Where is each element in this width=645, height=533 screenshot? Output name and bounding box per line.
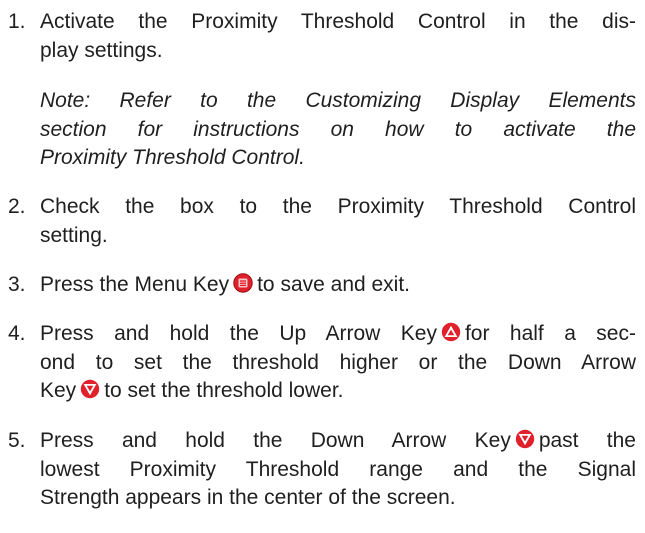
text-after-icon: to set the threshold lower.: [104, 379, 344, 402]
down-arrow-key-icon: [515, 429, 535, 449]
step-line: Press and hold the Up Arrow Key for half …: [40, 320, 636, 349]
down-arrow-key-icon: [80, 379, 100, 399]
step-line: Strength appears in the center of the sc…: [40, 486, 456, 509]
note-line: Note: Refer to the Customizing Display E…: [40, 89, 636, 112]
note-line: section for instructions on how to activ…: [40, 117, 636, 141]
step-number: 1.: [8, 10, 26, 33]
up-arrow-key-icon: [441, 322, 461, 342]
step-line: setting.: [40, 223, 108, 247]
step-line: lowest Proximity Threshold range and the…: [40, 457, 636, 481]
step-line: Key to set the threshold lower.: [40, 377, 636, 406]
text-after-icon: for half a sec-: [464, 322, 636, 345]
instruction-page: 1. Activate the Proximity Threshold Cont…: [0, 0, 645, 533]
step-line: play settings.: [40, 38, 163, 62]
step-number: 2.: [8, 195, 26, 218]
step-text: Activate the Proximity Threshold Control…: [40, 8, 636, 65]
step-note: Note: Refer to the Customizing Display E…: [40, 87, 636, 173]
step-text: Check the box to the Proximity Threshold…: [40, 193, 636, 250]
step-line: Check the box to the Proximity Threshold…: [40, 195, 636, 218]
step-text: Press the Menu Key to save and exit.: [40, 271, 636, 300]
step-text: Press and hold the Up Arrow Key for half …: [40, 320, 636, 406]
step-number: 3.: [8, 273, 26, 296]
text-before-icon: Press and hold the Up Arrow Key: [40, 322, 437, 345]
text-before-icon: Key: [40, 379, 77, 402]
step-number: 5.: [8, 429, 26, 452]
text-after-icon: to save and exit.: [257, 273, 411, 296]
step-line: Activate the Proximity Threshold Control…: [40, 10, 636, 33]
menu-key-icon: [233, 273, 253, 293]
text-after-icon: past the: [538, 429, 636, 452]
text-before-icon: Press the Menu Key: [40, 273, 230, 296]
step-number: 4.: [8, 322, 26, 345]
text-before-icon: Press and hold the Down Arrow Key: [40, 429, 511, 452]
step-line: Press the Menu Key to save and exit.: [40, 271, 636, 300]
step-line: ond to set the threshold higher or the D…: [40, 350, 636, 374]
step-line: Press and hold the Down Arrow Key past th…: [40, 427, 636, 456]
note-line: Proximity Threshold Control.: [40, 146, 305, 169]
step-text: Press and hold the Down Arrow Key past th…: [40, 427, 636, 513]
